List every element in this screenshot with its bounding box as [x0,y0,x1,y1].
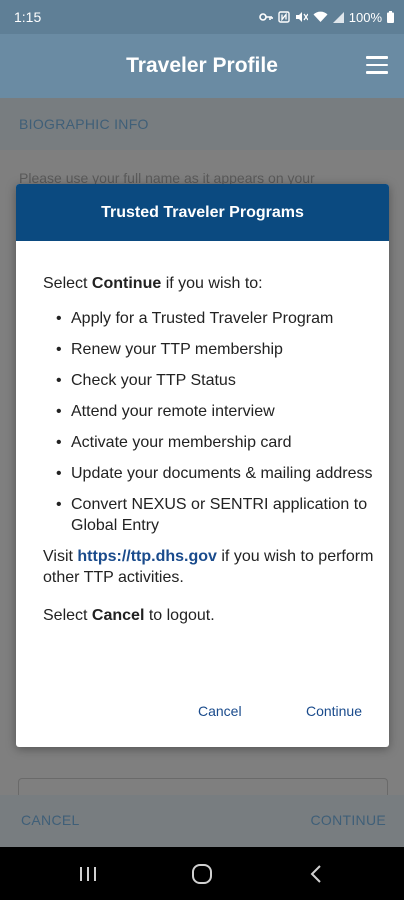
hamburger-icon[interactable] [366,56,388,74]
page-title: Traveler Profile [126,54,278,77]
battery-icon [387,11,394,23]
dialog-continue-button[interactable]: Continue [306,703,362,719]
intro-suffix: if you wish to: [161,275,263,292]
dialog-intro: Select Continue if you wish to: [43,274,375,294]
list-item-text: Activate your membership card [71,434,292,451]
system-nav-bar [0,847,404,900]
list-item-text: Convert NEXUS or SENTRI application to G… [71,496,368,534]
logout-text: Select Cancel to logout. [43,605,375,626]
wifi-icon [313,11,328,22]
home-icon[interactable] [172,847,232,900]
ttp-dialog: Trusted Traveler Programs Select Continu… [16,184,389,747]
logout-suffix: to logout. [144,607,215,624]
list-item-text: Apply for a Trusted Traveler Program [71,310,334,327]
cancel-button[interactable]: CANCEL [21,812,80,828]
intro-bold: Continue [91,275,162,292]
visit-text: Visit https://ttp.dhs.gov if you wish to… [43,546,375,588]
nfc-icon [278,11,290,23]
list-item-text: Attend your remote interview [71,403,275,420]
continue-button[interactable]: CONTINUE [310,812,386,828]
dialog-actions: Cancel Continue [16,703,389,727]
recents-icon[interactable] [58,847,118,900]
mute-icon [295,12,308,22]
option-list: • Apply for a Trusted Traveler Program • R… [43,308,375,536]
app-bar: Traveler Profile [0,34,404,98]
dialog-body: Select Continue if you wish to: • Apply f… [43,274,375,626]
list-item: • Activate your membership card [56,434,292,451]
list-item-text: Check your TTP Status [71,372,236,389]
list-item-text: Update your documents & mailing address [71,465,373,482]
list-item: • Attend your remote interview [56,403,275,420]
logout-bold: Cancel [91,607,145,624]
battery-percent: 100% [348,9,382,25]
list-item-text: Renew your TTP membership [71,341,283,358]
logout-prefix: Select [43,607,92,624]
signal-icon [332,11,344,23]
list-item: • Apply for a Trusted Traveler Program [56,310,334,327]
dialog-title: Trusted Traveler Programs [16,184,389,241]
status-icons: 100% [258,9,394,25]
section-title: BIOGRAPHIC INFO [19,116,149,132]
back-icon[interactable] [286,847,346,900]
list-item: • Renew your TTP membership [56,341,283,358]
status-bar: 1:15 100% [0,0,404,34]
status-time: 1:15 [14,9,42,25]
list-item: • Check your TTP Status [56,372,236,389]
list-item: • Update your documents & mailing address [56,465,373,482]
dialog-cancel-button[interactable]: Cancel [198,703,242,719]
key-icon [258,13,273,21]
list-item: • Convert NEXUS or SENTRI application to … [56,496,368,534]
visit-prefix: Visit [43,548,78,565]
ttp-link[interactable]: https://ttp.dhs.gov [77,548,217,565]
intro-prefix: Select [43,275,92,292]
